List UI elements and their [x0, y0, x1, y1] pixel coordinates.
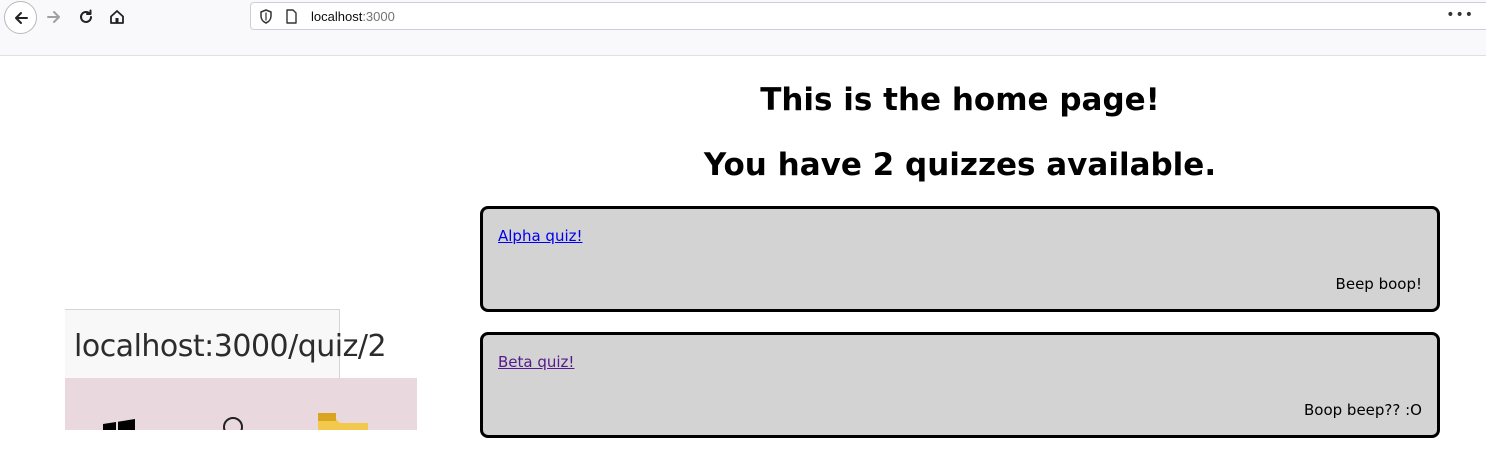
url-bar[interactable]: localhost:3000 •••	[250, 2, 1486, 30]
windows-logo-icon[interactable]	[101, 418, 137, 430]
page-icon[interactable]	[285, 9, 298, 28]
more-icon[interactable]: •••	[1446, 7, 1474, 23]
home-button[interactable]	[101, 1, 133, 33]
search-icon[interactable]	[220, 416, 248, 430]
page-title: This is the home page!	[760, 82, 1160, 118]
back-arrow-icon	[14, 11, 28, 24]
url-port: :3000	[362, 9, 395, 24]
forward-button[interactable]	[38, 1, 70, 33]
shield-icon[interactable]	[259, 9, 273, 28]
browser-toolbar: localhost:3000 •••	[0, 0, 1486, 56]
quiz-link-alpha[interactable]: Alpha quiz!	[498, 227, 583, 245]
forward-arrow-icon	[47, 11, 60, 23]
back-button[interactable]	[4, 1, 37, 34]
status-url-text: localhost:3000/quiz/2	[74, 329, 387, 364]
page-subtitle: You have 2 quizzes available.	[703, 147, 1217, 183]
reload-button[interactable]	[70, 1, 102, 33]
status-url-tooltip: localhost:3000/quiz/2	[65, 309, 387, 379]
quiz-card: Beta quiz! Boop beep?? :O	[480, 332, 1440, 438]
taskbar	[65, 378, 417, 430]
url-host: localhost	[311, 9, 363, 24]
folder-icon[interactable]	[318, 413, 368, 430]
quiz-card: Alpha quiz! Beep boop!	[480, 206, 1440, 312]
quiz-description: Beep boop!	[1335, 275, 1422, 293]
quiz-link-beta[interactable]: Beta quiz!	[498, 353, 574, 371]
home-icon	[110, 10, 124, 24]
reload-icon	[80, 9, 92, 23]
url-text[interactable]: localhost:3000	[311, 9, 395, 25]
quiz-description: Boop beep?? :O	[1304, 401, 1422, 419]
